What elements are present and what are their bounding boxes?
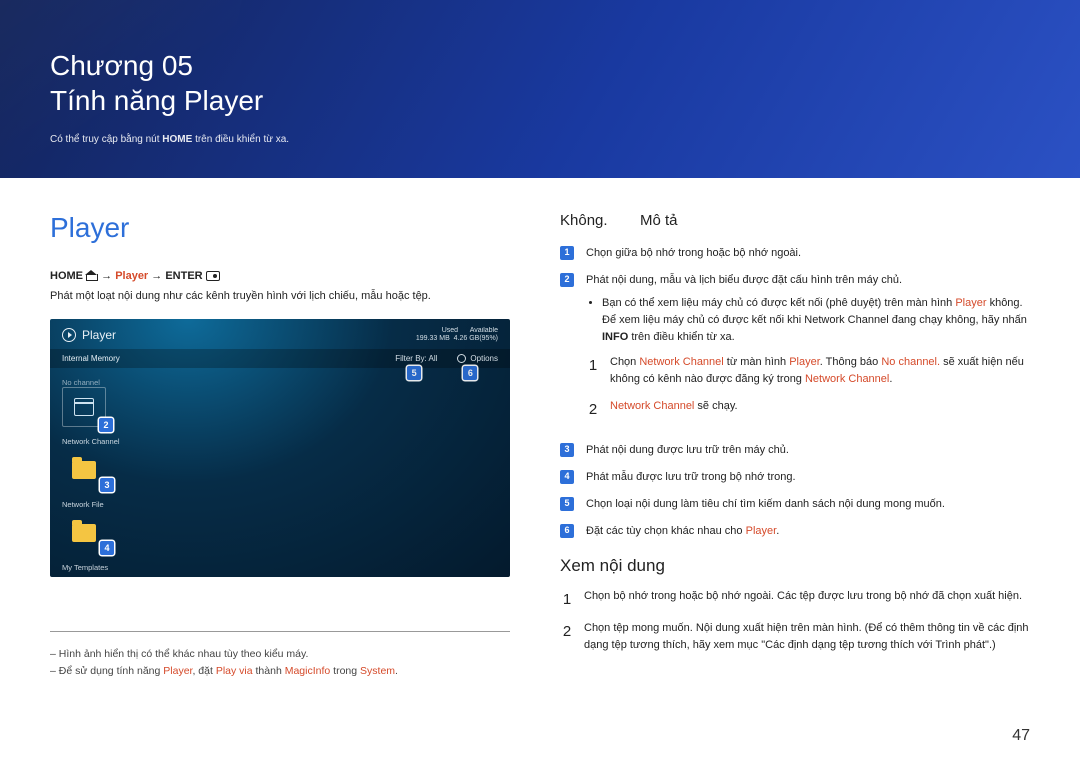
ss-options: Options 6 xyxy=(457,354,498,363)
ss-internal-memory: Internal Memory xyxy=(62,354,120,363)
calendar-icon xyxy=(74,398,94,416)
player-screenshot: Player Used Available 199.33 MB 4.26 GB(… xyxy=(50,319,510,577)
footnote-2: – Để sử dụng tính năng Player, đặt Play … xyxy=(50,663,510,681)
row-badge-1: 1 xyxy=(560,246,574,260)
chapter-subtitle: Có thể truy cập bằng nút HOME trên điều … xyxy=(50,134,1030,145)
folder-icon xyxy=(72,461,96,479)
home-icon xyxy=(86,271,98,281)
nav-path: HOME → Player → ENTER xyxy=(50,270,510,282)
table-row-5: 5 Chọn loại nội dung làm tiêu chí tìm ki… xyxy=(560,496,1030,513)
ss-tile-network-file: 4 xyxy=(62,513,106,553)
callout-badge-4: 4 xyxy=(100,541,114,555)
table-row-4: 4 Phát mẫu được lưu trữ trong bộ nhớ tro… xyxy=(560,469,1030,486)
table-row-3: 3 Phát nội dung được lưu trữ trên máy ch… xyxy=(560,442,1030,459)
chapter-title: Chương 05 Tính năng Player xyxy=(50,48,1030,118)
col-desc: Mô tả xyxy=(640,212,678,229)
ss-tile-network-channel: 3 xyxy=(62,450,106,490)
section-description: Phát một loạt nội dung như các kênh truy… xyxy=(50,288,510,305)
table-header: Không. Mô tả xyxy=(560,212,1030,229)
view-step-1: 1 Chọn bộ nhớ trong hoặc bộ nhớ ngoài. C… xyxy=(560,588,1030,612)
table-row-1: 1 Chọn giữa bộ nhớ trong hoặc bộ nhớ ngo… xyxy=(560,245,1030,262)
row-badge-2: 2 xyxy=(560,273,574,287)
footnote-1: – Hình ảnh hiển thị có thể khác nhau tùy… xyxy=(50,646,510,664)
section-heading-player: Player xyxy=(50,212,510,244)
ss-storage-stats: Used Available 199.33 MB 4.26 GB(95%) xyxy=(416,327,498,344)
folder-icon xyxy=(72,524,96,542)
ss-filter: Filter By: All 5 xyxy=(395,354,437,363)
chapter-number: Chương 05 xyxy=(50,50,193,81)
ss-no-channel-label: No channel xyxy=(62,378,498,387)
row-badge-3: 3 xyxy=(560,443,574,457)
play-icon xyxy=(62,328,76,342)
chapter-feature: Tính năng Player xyxy=(50,85,263,116)
row-badge-4: 4 xyxy=(560,470,574,484)
ss-network-file-label: Network File xyxy=(62,500,498,509)
enter-icon xyxy=(206,271,220,281)
ss-network-channel-label: Network Channel xyxy=(62,437,498,446)
row-badge-5: 5 xyxy=(560,497,574,511)
right-column: Không. Mô tả 1 Chọn giữa bộ nhớ trong ho… xyxy=(560,212,1030,681)
row2-step-1: 1 Chọn Network Channel từ màn hình Playe… xyxy=(586,354,1030,388)
left-column: Player HOME → Player → ENTER Phát một lo… xyxy=(50,212,510,681)
row2-step-2: 2 Network Channel sẽ chạy. xyxy=(586,398,1030,421)
col-no: Không. xyxy=(560,212,616,229)
page-number: 47 xyxy=(1012,727,1030,745)
gear-icon xyxy=(457,354,466,363)
table-row-6: 6 Đặt các tùy chọn khác nhau cho Player. xyxy=(560,523,1030,540)
table-row-2: 2 Phát nội dung, mẫu và lịch biểu được đ… xyxy=(560,272,1030,432)
footnotes: – Hình ảnh hiển thị có thể khác nhau tùy… xyxy=(50,631,510,682)
chapter-hero: Chương 05 Tính năng Player Có thể truy c… xyxy=(0,0,1080,178)
ss-title: Player xyxy=(62,328,116,342)
view-step-2: 2 Chọn tệp mong muốn. Nội dung xuất hiện… xyxy=(560,620,1030,655)
callout-badge-3: 3 xyxy=(100,478,114,492)
ss-tile-no-channel: 2 xyxy=(62,387,106,427)
view-content-heading: Xem nội dung xyxy=(560,556,1030,576)
row-badge-6: 6 xyxy=(560,524,574,538)
callout-badge-2: 2 xyxy=(99,418,113,432)
row2-bullet: Bạn có thể xem liệu máy chủ có được kết … xyxy=(602,295,1030,346)
ss-my-templates-label: My Templates xyxy=(62,563,498,572)
